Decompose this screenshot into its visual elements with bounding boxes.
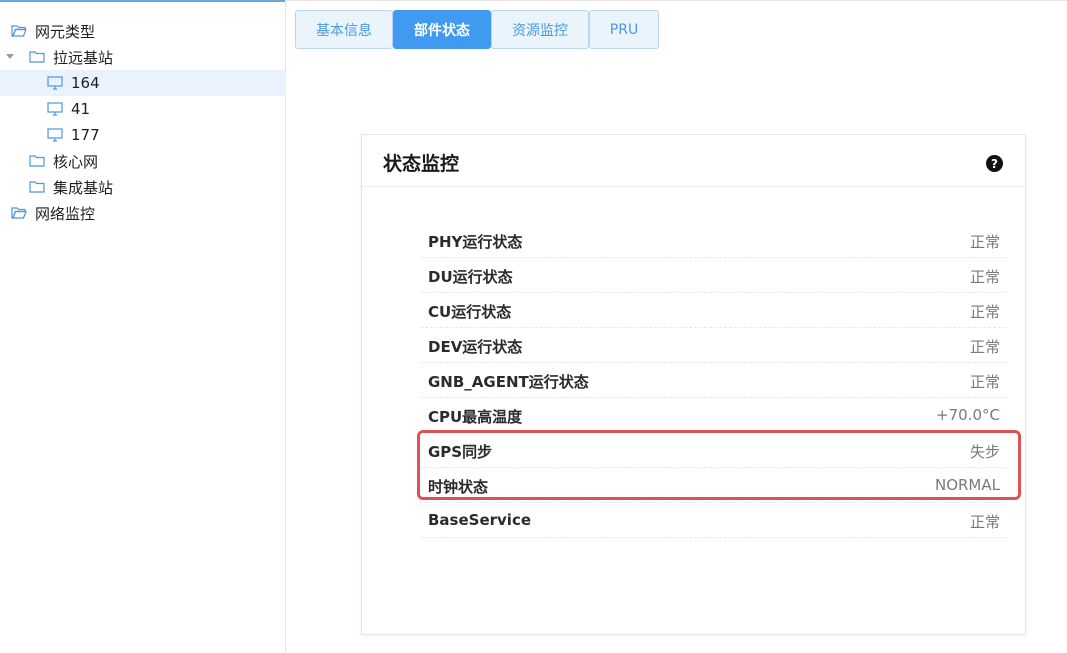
panel-title: 状态监控	[383, 153, 460, 175]
status-label: DU运行状态	[428, 268, 513, 286]
tab-resource-monitor[interactable]: 资源监控	[491, 10, 589, 49]
sidebar-tree: 网元类型 拉远基站 164 41 177 核心网 集成基站 网络监控	[0, 0, 286, 653]
tab-bar: 基本信息 部件状态 资源监控 PRU	[295, 10, 659, 49]
monitor-icon	[47, 128, 63, 142]
tree-item-integrated-bs[interactable]: 集成基站	[0, 174, 286, 200]
tab-component-status[interactable]: 部件状态	[393, 10, 491, 49]
status-value: 正常	[969, 303, 1000, 321]
monitor-icon	[47, 102, 63, 116]
folder-open-icon	[11, 206, 27, 220]
status-row-cpu-temp: CPU最高温度 +70.0°C	[420, 398, 1006, 433]
tab-pru[interactable]: PRU	[589, 10, 659, 49]
content-top-divider	[285, 0, 1067, 1]
tree-item-remote-bs[interactable]: 拉远基站	[0, 44, 286, 70]
tree-item-label: 网络监控	[35, 204, 96, 223]
status-label: GPS同步	[428, 443, 493, 461]
status-value: 失步	[969, 443, 1000, 461]
caret-down-icon[interactable]	[6, 54, 14, 59]
tree-item-label: 164	[71, 74, 100, 92]
tree-item-label: 41	[71, 100, 91, 118]
status-row-baseservice: BaseService 正常	[420, 503, 1006, 538]
status-row-cu: CU运行状态 正常	[420, 293, 1006, 328]
status-value: 正常	[969, 513, 1000, 531]
folder-icon	[29, 50, 45, 64]
status-monitor-panel: 状态监控 ? PHY运行状态 正常 DU运行状态 正常 CU运行状态 正常 DE…	[361, 134, 1026, 635]
status-value: 正常	[969, 338, 1000, 356]
status-label: 时钟状态	[428, 478, 489, 496]
status-label: GNB_AGENT运行状态	[428, 373, 589, 391]
status-label: CU运行状态	[428, 303, 512, 321]
tree-item-node-164[interactable]: 164	[0, 70, 286, 96]
status-label: CPU最高温度	[428, 408, 523, 426]
status-value: 正常	[969, 373, 1000, 391]
tree-item-network-monitor[interactable]: 网络监控	[0, 200, 286, 226]
status-row-phy: PHY运行状态 正常	[420, 223, 1006, 258]
folder-icon	[29, 154, 45, 168]
tree-item-label: 网元类型	[35, 22, 96, 41]
status-row-gps-sync: GPS同步 失步	[420, 433, 1006, 468]
panel-header: 状态监控 ?	[362, 135, 1025, 187]
status-label: DEV运行状态	[428, 338, 523, 356]
tree-item-label: 集成基站	[53, 178, 114, 197]
folder-icon	[29, 180, 45, 194]
tree-item-label: 177	[71, 126, 100, 144]
status-row-dev: DEV运行状态 正常	[420, 328, 1006, 363]
tree-item-core-network[interactable]: 核心网	[0, 148, 286, 174]
status-value: 正常	[969, 233, 1000, 251]
status-value: 正常	[969, 268, 1000, 286]
tree-item-label: 拉远基站	[53, 48, 114, 67]
status-row-clock: 时钟状态 NORMAL	[420, 468, 1006, 503]
status-row-du: DU运行状态 正常	[420, 258, 1006, 293]
tree-item-node-177[interactable]: 177	[0, 122, 286, 148]
status-label: PHY运行状态	[428, 233, 523, 251]
tree-item-label: 核心网	[53, 152, 99, 171]
status-label: BaseService	[428, 511, 532, 529]
monitor-icon	[47, 76, 63, 90]
tree-item-node-41[interactable]: 41	[0, 96, 286, 122]
status-value: NORMAL	[934, 476, 1000, 494]
status-value: +70.0°C	[936, 406, 1000, 424]
folder-open-icon	[11, 24, 27, 38]
question-circle-icon[interactable]: ?	[986, 155, 1003, 172]
tree-item-ne-types[interactable]: 网元类型	[0, 18, 286, 44]
status-row-gnb-agent: GNB_AGENT运行状态 正常	[420, 363, 1006, 398]
tab-basic-info[interactable]: 基本信息	[295, 10, 393, 49]
